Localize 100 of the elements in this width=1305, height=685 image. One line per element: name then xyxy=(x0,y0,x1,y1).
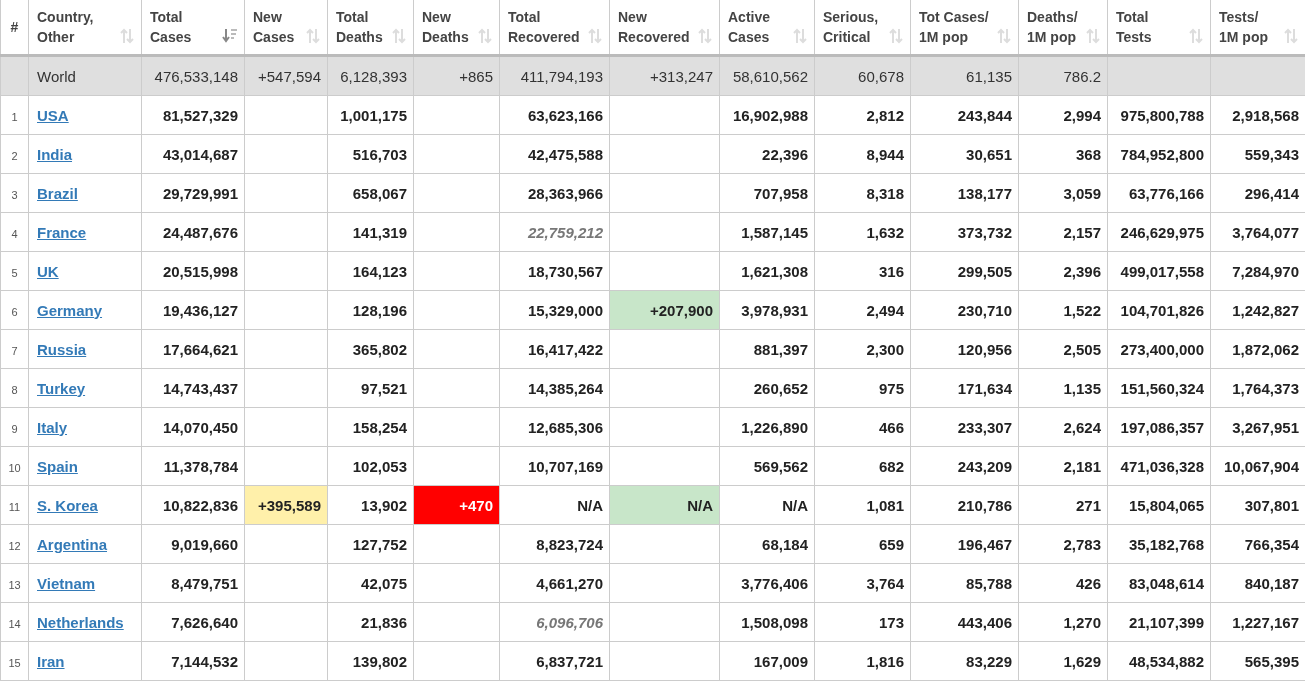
sort-icon[interactable] xyxy=(1283,28,1299,44)
total-cases-cell: 14,743,437 xyxy=(141,368,245,408)
total-cases-cell: 29,729,991 xyxy=(141,173,245,213)
rank-cell: 7 xyxy=(0,329,29,369)
world-deaths-per-million-cell: 786.2 xyxy=(1018,55,1108,96)
country-link[interactable]: Italy xyxy=(37,418,67,436)
serious-critical-cell: 682 xyxy=(814,446,911,486)
active-cases-cell: 260,652 xyxy=(719,368,815,408)
total-cases-cell: 9,019,660 xyxy=(141,524,245,564)
tests-per-million-cell: 296,414 xyxy=(1210,173,1305,213)
total-recovered-cell: 6,096,706 xyxy=(499,602,610,642)
active-cases-cell: 22,396 xyxy=(719,134,815,174)
active-cases-cell: 3,978,931 xyxy=(719,290,815,330)
cases-per-million-cell: 85,788 xyxy=(910,563,1019,603)
serious-critical-cell: 1,816 xyxy=(814,641,911,681)
rank-cell: 6 xyxy=(0,290,29,330)
cases-per-million-cell: 373,732 xyxy=(910,212,1019,252)
country-link[interactable]: Russia xyxy=(37,340,87,358)
tests-per-million-cell: 565,395 xyxy=(1210,641,1305,681)
total-cases-cell: 8,479,751 xyxy=(141,563,245,603)
sort-icon[interactable] xyxy=(587,28,603,44)
sort-icon[interactable] xyxy=(119,28,135,44)
serious-critical-cell: 173 xyxy=(814,602,911,642)
total-recovered-cell: 14,385,264 xyxy=(499,368,610,408)
rank-cell: 10 xyxy=(0,446,29,486)
total-tests-cell: 499,017,558 xyxy=(1107,251,1211,291)
serious-critical-cell: 8,944 xyxy=(814,134,911,174)
total-deaths-cell: 128,196 xyxy=(327,290,414,330)
sort-icon[interactable] xyxy=(305,28,321,44)
rank-cell: 13 xyxy=(0,563,29,603)
total-deaths-cell: 42,075 xyxy=(327,563,414,603)
country-link[interactable]: Netherlands xyxy=(37,613,124,631)
serious-critical-cell: 1,632 xyxy=(814,212,911,252)
deaths-per-million-cell: 1,135 xyxy=(1018,368,1108,408)
cases-per-million-cell: 233,307 xyxy=(910,407,1019,447)
rank-cell: 12 xyxy=(0,524,29,564)
country-link[interactable]: USA xyxy=(37,106,69,124)
country-link[interactable]: Vietnam xyxy=(37,574,96,592)
sort-icon[interactable] xyxy=(697,28,713,44)
world-active-cases-cell: 58,610,562 xyxy=(719,55,815,96)
total-tests-cell: 63,776,166 xyxy=(1107,173,1211,213)
total-recovered-cell: N/A xyxy=(499,485,610,525)
country-link[interactable]: India xyxy=(37,145,72,163)
rank-cell: 14 xyxy=(0,602,29,642)
active-cases-cell: 167,009 xyxy=(719,641,815,681)
country-link[interactable]: Argentina xyxy=(37,535,107,553)
sort-icon[interactable] xyxy=(996,28,1012,44)
total-recovered-cell: 28,363,966 xyxy=(499,173,610,213)
tests-per-million-cell: 3,267,951 xyxy=(1210,407,1305,447)
sort-icon[interactable] xyxy=(391,28,407,44)
total-recovered-cell: 42,475,588 xyxy=(499,134,610,174)
total-deaths-cell: 102,053 xyxy=(327,446,414,486)
total-tests-cell: 48,534,882 xyxy=(1107,641,1211,681)
active-cases-cell: 881,397 xyxy=(719,329,815,369)
serious-critical-cell: 316 xyxy=(814,251,911,291)
total-cases-cell: 7,626,640 xyxy=(141,602,245,642)
tests-per-million-cell: 766,354 xyxy=(1210,524,1305,564)
tests-per-million-cell: 1,242,827 xyxy=(1210,290,1305,330)
total-cases-cell: 81,527,329 xyxy=(141,95,245,135)
country-link[interactable]: Brazil xyxy=(37,184,78,202)
total-deaths-cell: 97,521 xyxy=(327,368,414,408)
rank-cell: 9 xyxy=(0,407,29,447)
country-link[interactable]: France xyxy=(37,223,87,241)
total-tests-cell: 784,952,800 xyxy=(1107,134,1211,174)
tests-per-million-cell: 10,067,904 xyxy=(1210,446,1305,486)
total-recovered-cell: 22,759,212 xyxy=(499,212,610,252)
world-country-cell: World xyxy=(28,55,142,96)
country-link[interactable]: Spain xyxy=(37,457,78,475)
total-tests-cell: 35,182,768 xyxy=(1107,524,1211,564)
rank-cell: 11 xyxy=(0,485,29,525)
cases-per-million-cell: 83,229 xyxy=(910,641,1019,681)
rank-cell: 2 xyxy=(0,134,29,174)
country-link[interactable]: Turkey xyxy=(37,379,86,397)
country-link[interactable]: S. Korea xyxy=(37,496,98,514)
total-cases-cell: 24,487,676 xyxy=(141,212,245,252)
rank-cell: 15 xyxy=(0,641,29,681)
sort-descending-icon[interactable] xyxy=(222,28,238,44)
active-cases-cell: 569,562 xyxy=(719,446,815,486)
cases-per-million-cell: 243,844 xyxy=(910,95,1019,135)
tests-per-million-cell: 3,764,077 xyxy=(1210,212,1305,252)
country-link[interactable]: Iran xyxy=(37,652,65,670)
country-link[interactable]: UK xyxy=(37,262,59,280)
sort-icon[interactable] xyxy=(792,28,808,44)
deaths-per-million-cell: 426 xyxy=(1018,563,1108,603)
sort-icon[interactable] xyxy=(1085,28,1101,44)
serious-critical-cell: 975 xyxy=(814,368,911,408)
total-tests-cell: 15,804,065 xyxy=(1107,485,1211,525)
country-link[interactable]: Germany xyxy=(37,301,103,319)
world-new-cases-cell: +547,594 xyxy=(244,55,328,96)
deaths-per-million-cell: 2,181 xyxy=(1018,446,1108,486)
sort-icon[interactable] xyxy=(888,28,904,44)
sort-icon[interactable] xyxy=(1188,28,1204,44)
active-cases-cell: 707,958 xyxy=(719,173,815,213)
sort-icon[interactable] xyxy=(477,28,493,44)
cases-per-million-cell: 443,406 xyxy=(910,602,1019,642)
total-tests-cell: 104,701,826 xyxy=(1107,290,1211,330)
total-recovered-cell: 18,730,567 xyxy=(499,251,610,291)
cases-per-million-cell: 196,467 xyxy=(910,524,1019,564)
active-cases-cell: 3,776,406 xyxy=(719,563,815,603)
serious-critical-cell: 3,764 xyxy=(814,563,911,603)
